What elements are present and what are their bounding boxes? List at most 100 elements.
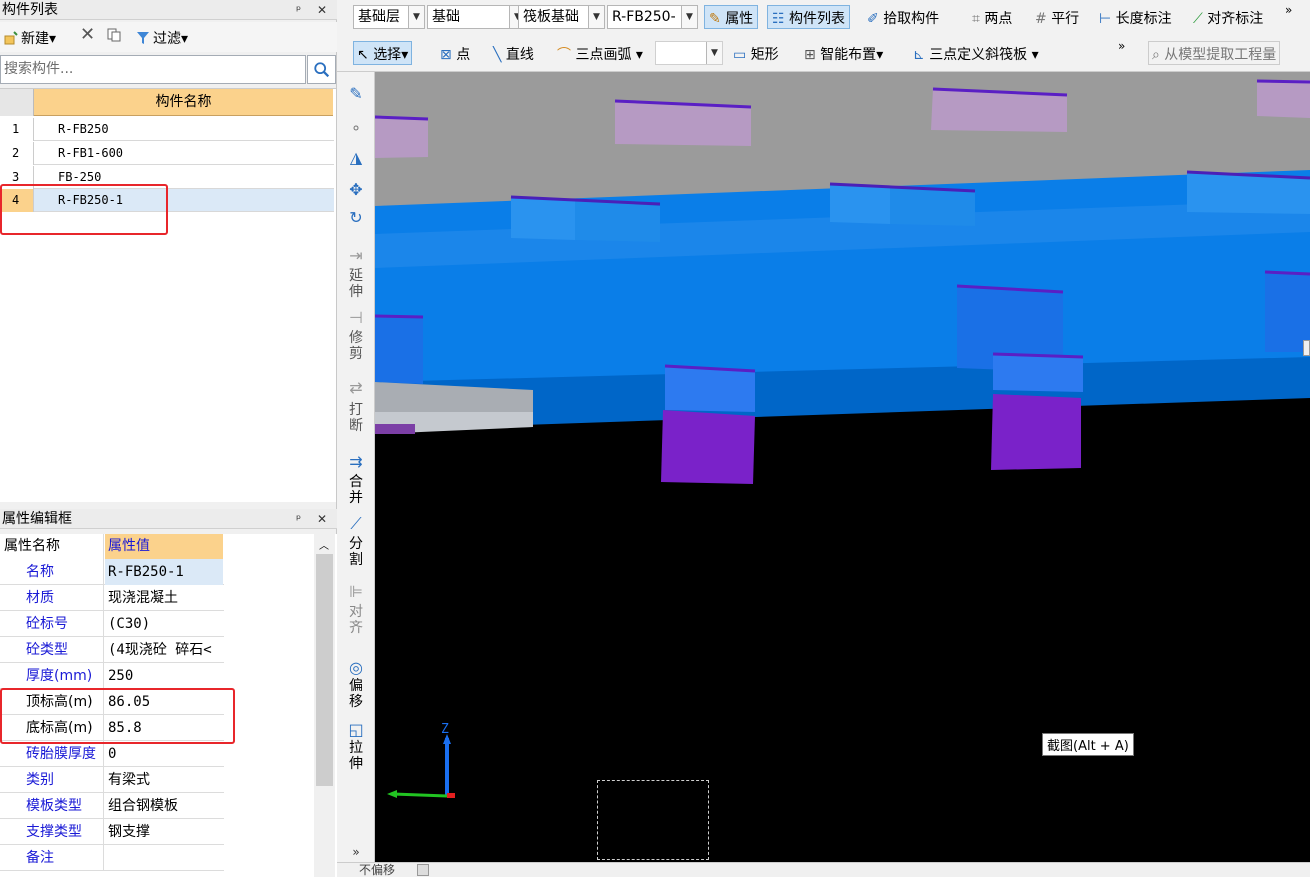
search-button[interactable] <box>307 55 336 84</box>
slope-raft-button[interactable]: ⊾ 三点定义斜筏板 ▾ <box>913 44 1039 64</box>
more-toolbar1-icon[interactable]: » <box>1285 3 1292 17</box>
right-edge-handle[interactable] <box>1303 340 1310 356</box>
stretch-tool[interactable]: 拉伸 <box>344 740 368 772</box>
property-row[interactable]: 砖胎膜厚度 0 <box>0 741 224 767</box>
property-value[interactable]: 钢支撑 <box>108 819 222 845</box>
more-toolbar2-icon[interactable]: » <box>1118 39 1125 53</box>
offset-label: 偏移 <box>349 678 363 710</box>
property-value[interactable]: R-FB250-1 <box>105 559 223 585</box>
rectangle-button[interactable]: ▭ 矩形 <box>733 44 779 64</box>
filter-button[interactable]: 过滤▾ <box>136 28 188 48</box>
select-label: 选择 <box>373 47 402 63</box>
property-value[interactable]: 现浇混凝土 <box>108 585 222 611</box>
property-row[interactable]: 类别 有梁式 <box>0 767 224 793</box>
property-row[interactable]: 材质 现浇混凝土 <box>0 585 224 611</box>
screenshot-tooltip: 截图(Alt + A) <box>1042 733 1134 756</box>
property-row[interactable]: 备注 <box>0 845 224 871</box>
two-point-label: 两点 <box>984 11 1013 27</box>
parallel-button[interactable]: # 平行 <box>1035 8 1079 28</box>
component-list-button[interactable]: ☷ 构件列表 <box>767 5 851 29</box>
pile <box>661 410 755 484</box>
3d-viewport[interactable]: Z 截图(Alt + A) <box>375 72 1310 862</box>
trim-tool[interactable]: 修剪 <box>344 330 368 362</box>
component-row[interactable]: 1 R-FB250 <box>0 118 334 141</box>
chevron-down-icon: ▼ <box>408 6 424 28</box>
offset-tool[interactable]: 偏移 <box>344 678 368 710</box>
property-name: 支撑类型 <box>0 819 104 845</box>
align-dim-button[interactable]: ⟋ 对齐标注 <box>1193 8 1263 28</box>
smart-layout-button[interactable]: ⊞ 智能布置▾ <box>804 44 883 64</box>
parallel-label: 平行 <box>1051 11 1080 27</box>
property-name: 名称 <box>0 559 104 585</box>
new-label: 新建 <box>21 31 49 47</box>
arc-button[interactable]: ⌒ 三点画弧 ▾ <box>557 44 643 64</box>
component-list-title: 构件列表 ᵖ ✕ <box>0 0 337 20</box>
property-row[interactable]: 砼标号 (C30) <box>0 611 224 637</box>
component-list: 构件名称 1 R-FB250 2 R-FB1-600 3 FB-250 4 R-… <box>0 88 336 502</box>
move-icon[interactable]: ✥ <box>346 180 366 200</box>
offset-mode-label: 不偏移 <box>359 863 396 877</box>
component-list-title-text: 构件列表 <box>2 2 58 18</box>
align-label: 对齐 <box>349 604 363 636</box>
filter-icon <box>137 32 149 44</box>
property-value[interactable]: 组合钢模板 <box>108 793 222 819</box>
delete-icon[interactable]: ✕ <box>80 24 95 45</box>
type-select-value: 筏板基础 <box>523 9 579 25</box>
new-component-button[interactable]: 新建▾ <box>4 28 56 48</box>
break-label: 打断 <box>349 402 363 434</box>
type-select[interactable]: 筏板基础 ▼ <box>518 5 605 29</box>
strip-more-icon[interactable]: » <box>346 842 366 862</box>
property-value[interactable]: (C30) <box>108 611 222 637</box>
property-row[interactable]: 厚度(mm) 250 <box>0 663 224 689</box>
mirror-icon[interactable]: ◮ <box>346 148 366 168</box>
length-dim-button[interactable]: ⊢ 长度标注 <box>1099 8 1172 28</box>
property-value[interactable]: 250 <box>108 663 222 689</box>
length-dim-label: 长度标注 <box>1115 11 1172 27</box>
property-row[interactable]: 模板类型 组合钢模板 <box>0 793 224 819</box>
break-tool[interactable]: 打断 <box>344 402 368 434</box>
pick-component-button[interactable]: ✐ 拾取构件 <box>867 8 939 28</box>
property-value[interactable]: 有梁式 <box>108 767 222 793</box>
rotate-icon[interactable]: ↻ <box>346 208 366 228</box>
scroll-thumb[interactable] <box>316 554 333 786</box>
floor-select[interactable]: 基础层 ▼ <box>353 5 425 29</box>
extend-tool[interactable]: 延伸 <box>344 268 368 300</box>
property-scrollbar[interactable]: ︿ <box>314 534 335 877</box>
property-row[interactable]: 名称 R-FB250-1 <box>0 559 224 585</box>
scroll-up-icon[interactable]: ︿ <box>319 537 329 552</box>
property-row[interactable]: 砼类型 (4现浇砼 碎石< <box>0 637 224 663</box>
panel-pin-close-icon[interactable]: ᵖ ✕ <box>296 509 333 529</box>
sub-select[interactable]: 基础▼ <box>427 5 526 29</box>
align-icon: ⊫ <box>349 582 363 601</box>
split-tool[interactable]: 分割 <box>344 536 368 568</box>
property-row[interactable]: 支撑类型 钢支撑 <box>0 819 224 845</box>
component-row[interactable]: 2 R-FB1-600 <box>0 142 334 165</box>
component-select[interactable]: R-FB250- ▼ <box>607 5 698 29</box>
filter-label: 过滤 <box>153 31 181 47</box>
align-tool[interactable]: 对齐 <box>344 604 368 636</box>
point-button[interactable]: ⊠ 点 <box>440 44 470 64</box>
properties-button[interactable]: ✎ 属性 <box>704 5 759 29</box>
brush-icon[interactable]: ✎ <box>346 84 366 104</box>
align-dim-label: 对齐标注 <box>1207 11 1264 27</box>
property-editor-title-text: 属性编辑框 <box>2 511 72 527</box>
property-value[interactable]: 0 <box>108 741 222 767</box>
panel-pin-close-icon[interactable]: ᵖ ✕ <box>296 0 333 20</box>
copy-icon[interactable]: ∘ <box>346 118 366 138</box>
line-label: 直线 <box>505 47 534 63</box>
component-search-input[interactable]: 搜索构件... <box>0 55 306 84</box>
copy-icon[interactable] <box>107 28 124 44</box>
component-name-header[interactable]: 构件名称 <box>34 89 333 116</box>
modify-tool-strip: ✎ ∘ ◮ ✥ ↻ ⇥ 延伸 ⊣ 修剪 ⇄ 打断 ⇉ 合并 ⟋ 分割 ⊫ 对齐 … <box>337 72 375 862</box>
property-value[interactable]: (4现浇砼 碎石< <box>108 637 222 663</box>
extract-quantity-button[interactable]: ⌕ 从模型提取工程量 <box>1148 41 1281 65</box>
status-bar: 不偏移 <box>337 862 1310 877</box>
sub-select-value: 基础 <box>432 9 460 25</box>
status-checkbox[interactable] <box>417 864 429 876</box>
merge-tool[interactable]: 合并 <box>344 474 368 506</box>
select-button[interactable]: ↖ 选择▾ <box>353 41 413 65</box>
index-column-header <box>0 89 34 116</box>
line-button[interactable]: ╲ 直线 <box>493 44 534 64</box>
arc-mode-select[interactable]: ▼ <box>655 41 723 65</box>
two-point-button[interactable]: ⌗ 两点 <box>972 8 1012 28</box>
